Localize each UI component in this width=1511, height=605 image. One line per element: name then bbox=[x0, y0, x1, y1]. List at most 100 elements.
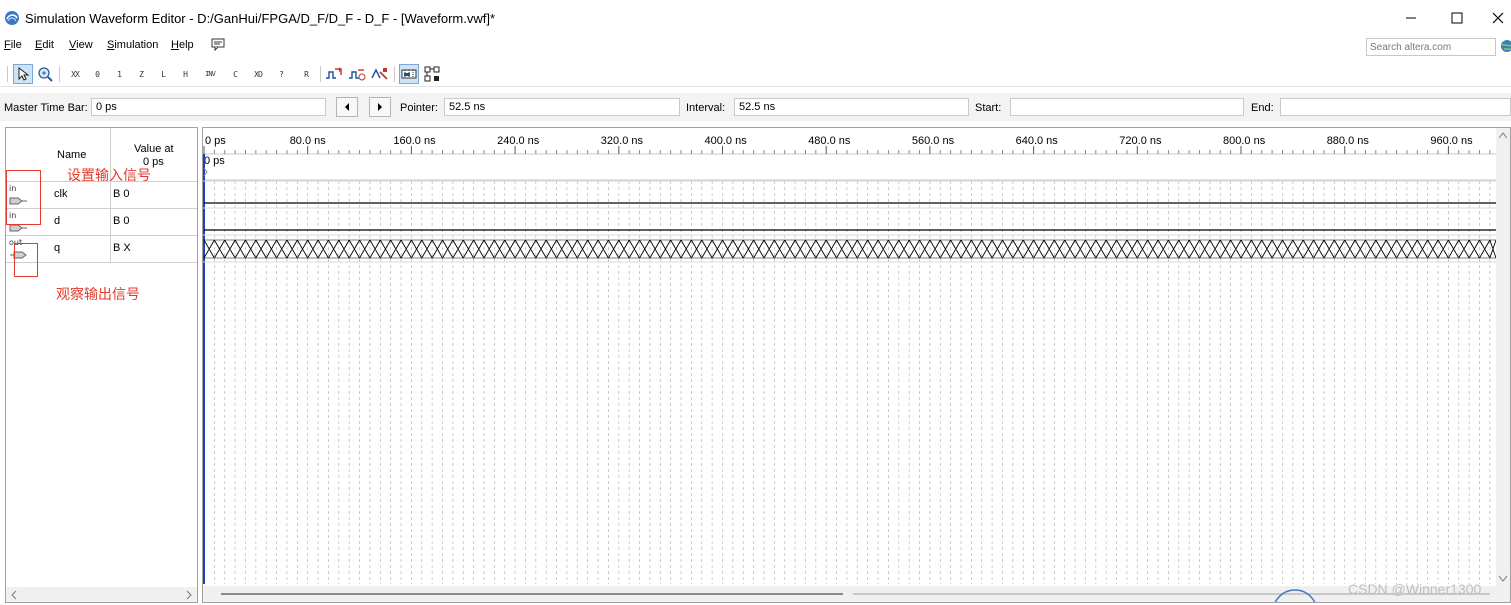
generate-netlist-icon bbox=[371, 68, 388, 80]
time-label: 400.0 ns bbox=[705, 135, 748, 147]
pointer-field[interactable]: 52.5 ns bbox=[444, 98, 680, 116]
signal-name: d bbox=[54, 215, 61, 227]
annotation-box-output bbox=[14, 243, 38, 277]
time-label: 640.0 ns bbox=[1016, 135, 1059, 147]
force-weak-low-icon: L bbox=[161, 69, 166, 79]
menu-file-label: ile bbox=[10, 39, 22, 51]
menu-help-label: elp bbox=[178, 39, 194, 51]
snap-to-grid-button[interactable] bbox=[399, 64, 419, 84]
force-weak-low-button[interactable]: L bbox=[153, 64, 173, 84]
run-functional-simulation-icon bbox=[326, 67, 342, 79]
force-high-impedance-icon: Z bbox=[139, 69, 144, 79]
start-field[interactable] bbox=[1010, 98, 1244, 116]
previous-transition-button[interactable] bbox=[336, 97, 358, 117]
menu-bar: File Edit View Simulation Help bbox=[0, 36, 1511, 60]
toolbar: XX 0 1 Z L H INV C XO ? R bbox=[0, 62, 1511, 87]
signal-value: B X bbox=[113, 242, 131, 254]
time-label: 480.0 ns bbox=[808, 135, 851, 147]
toolbar-separator bbox=[59, 66, 60, 82]
run-timing-simulation-button[interactable] bbox=[347, 64, 367, 84]
time-label: 720.0 ns bbox=[1119, 135, 1162, 147]
signal-name: q bbox=[54, 242, 61, 254]
force-unknown-button[interactable]: XX bbox=[65, 64, 85, 84]
overwrite-clock-button[interactable]: XO bbox=[248, 64, 268, 84]
run-functional-simulation-button[interactable] bbox=[324, 64, 344, 84]
scroll-left-icon[interactable] bbox=[10, 590, 18, 600]
menu-file[interactable]: File bbox=[4, 39, 22, 51]
force-high-icon: 1 bbox=[117, 69, 122, 79]
menu-edit[interactable]: Edit bbox=[35, 39, 54, 51]
zoom-tool-icon bbox=[38, 67, 53, 82]
minimize-icon bbox=[1406, 17, 1416, 19]
annotation-box-inputs bbox=[6, 170, 41, 225]
signal-name: clk bbox=[54, 188, 68, 200]
toolbar-separator bbox=[7, 66, 8, 82]
end-label: End: bbox=[1251, 102, 1274, 114]
vertical-scrollbar bbox=[1496, 128, 1510, 586]
time-label: 80.0 ns bbox=[290, 135, 327, 147]
master-time-bar-field[interactable]: 0 ps bbox=[91, 98, 326, 116]
signal-name-pane: Name Value at 0 ps in clk B 0 in d B 0 o… bbox=[5, 127, 198, 603]
force-weak-high-button[interactable]: H bbox=[175, 64, 195, 84]
signal-value: B 0 bbox=[113, 188, 130, 200]
pointer-label: Pointer: bbox=[400, 102, 438, 114]
master-time-marker-label: 0 ps bbox=[204, 155, 225, 167]
time-bar: Master Time Bar: 0 ps Pointer: 52.5 ns I… bbox=[0, 93, 1511, 121]
snap-to-grid-icon bbox=[401, 69, 417, 79]
invert-button[interactable]: INV bbox=[200, 64, 220, 84]
value-column-header[interactable]: Value at bbox=[134, 143, 174, 155]
annotation-observe-output-signals: 观察输出信号 bbox=[56, 286, 140, 302]
window-title: Simulation Waveform Editor - D:/GanHui/F… bbox=[25, 11, 496, 26]
zoom-tool-button[interactable] bbox=[35, 64, 55, 84]
time-label: 880.0 ns bbox=[1327, 135, 1370, 147]
master-time-bar-label: Master Time Bar: bbox=[4, 102, 88, 114]
invert-icon: INV bbox=[205, 70, 216, 78]
minimize-button[interactable] bbox=[1396, 8, 1426, 28]
menu-simulation[interactable]: Simulation bbox=[107, 39, 158, 51]
name-column-header[interactable]: Name bbox=[57, 149, 86, 161]
menu-edit-label: dit bbox=[42, 39, 54, 51]
time-label: 240.0 ns bbox=[497, 135, 540, 147]
menu-help-mnemonic: H bbox=[171, 39, 179, 51]
time-label: 160.0 ns bbox=[393, 135, 436, 147]
grid-settings-icon bbox=[424, 66, 440, 82]
maximize-button[interactable] bbox=[1442, 8, 1472, 28]
end-field[interactable] bbox=[1280, 98, 1511, 116]
time-label: 320.0 ns bbox=[601, 135, 644, 147]
force-low-icon: 0 bbox=[95, 69, 100, 79]
next-transition-button[interactable] bbox=[369, 97, 391, 117]
force-high-impedance-button[interactable]: Z bbox=[131, 64, 151, 84]
selection-tool-icon bbox=[18, 67, 30, 81]
close-button[interactable] bbox=[1485, 8, 1511, 28]
grid-settings-button[interactable] bbox=[422, 64, 442, 84]
name-pane-scrollbar[interactable] bbox=[6, 587, 197, 602]
watermark: CSDN @Winner1300 bbox=[1348, 581, 1482, 597]
random-values-button[interactable]: ? bbox=[271, 64, 291, 84]
time-label: 560.0 ns bbox=[912, 135, 955, 147]
arbitrary-value-button[interactable]: R bbox=[296, 64, 316, 84]
count-value-button[interactable]: C bbox=[225, 64, 245, 84]
menu-file-mnemonic: F bbox=[4, 39, 11, 51]
waveform-pane[interactable]: 0 ps 80.0 ns 160.0 ns 240.0 ns 320.0 ns 400.0… bbox=[202, 127, 1511, 603]
signal-value: B 0 bbox=[113, 215, 130, 227]
feedback-icon[interactable] bbox=[210, 38, 226, 52]
globe-icon[interactable] bbox=[1500, 39, 1511, 53]
close-icon bbox=[1492, 12, 1504, 24]
search-input[interactable] bbox=[1366, 38, 1496, 56]
menu-view[interactable]: View bbox=[69, 39, 93, 51]
force-weak-high-icon: H bbox=[183, 69, 188, 79]
force-high-button[interactable]: 1 bbox=[109, 64, 129, 84]
waveform-canvas[interactable]: 0 ps 80.0 ns 160.0 ns 240.0 ns 320.0 ns 400.0… bbox=[203, 128, 1510, 602]
random-values-icon: ? bbox=[279, 69, 284, 79]
arrow-right-icon bbox=[378, 103, 382, 111]
force-low-button[interactable]: 0 bbox=[87, 64, 107, 84]
arrow-left-icon bbox=[345, 103, 349, 111]
interval-field[interactable]: 52.5 ns bbox=[734, 98, 969, 116]
scroll-right-icon[interactable] bbox=[185, 590, 193, 600]
force-unknown-icon: XX bbox=[71, 69, 80, 79]
generate-netlist-button[interactable] bbox=[370, 64, 390, 84]
menu-help[interactable]: Help bbox=[171, 39, 194, 51]
arbitrary-value-icon: R bbox=[304, 69, 309, 79]
selection-tool-button[interactable] bbox=[13, 64, 33, 84]
menu-view-label: iew bbox=[76, 39, 93, 51]
